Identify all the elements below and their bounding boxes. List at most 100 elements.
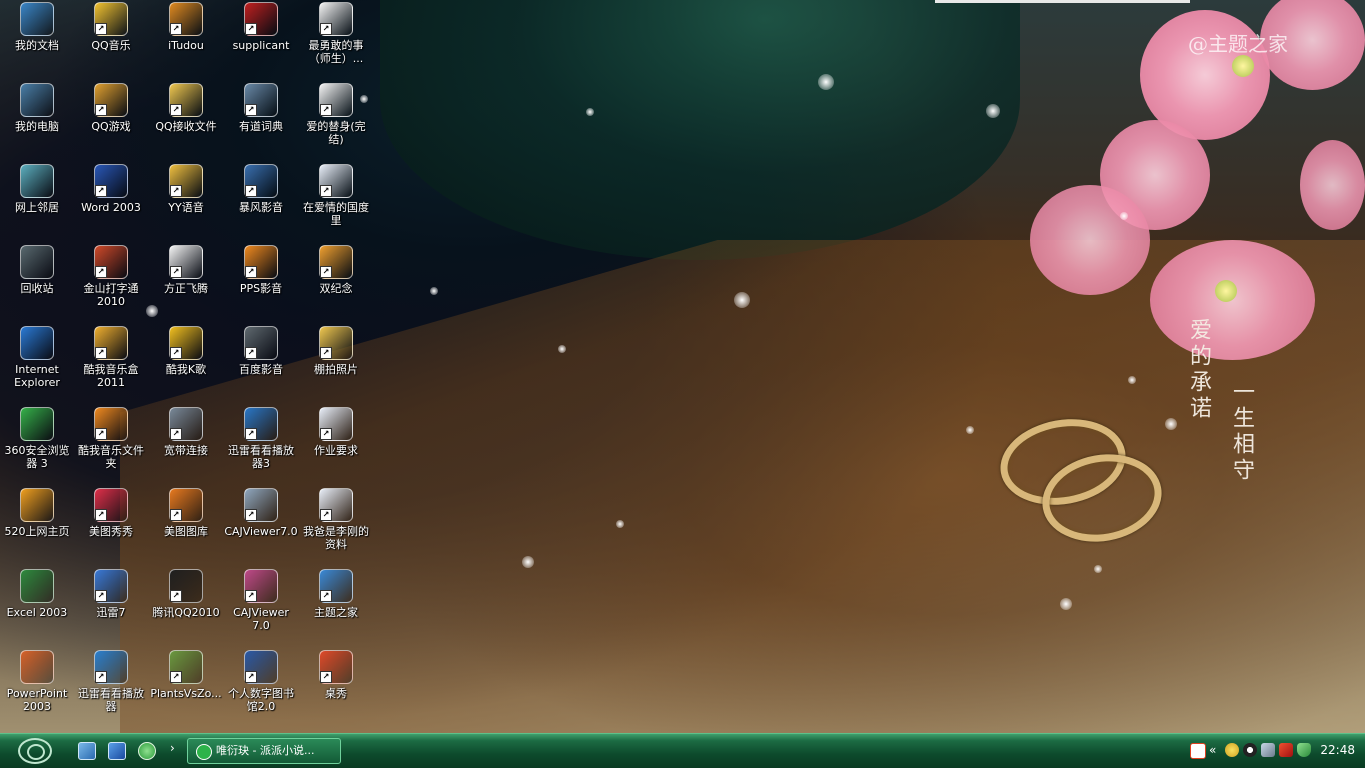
sogou-input-icon[interactable] (1190, 743, 1206, 759)
desktop-icon[interactable]: ↗ 腾讯QQ2010 (149, 569, 223, 619)
desktop-icon-label: 在爱情的国度里 (303, 201, 369, 227)
digital-library-icon: ↗ (244, 650, 278, 684)
desktop-icon-label: PowerPoint 2003 (6, 687, 68, 713)
desktop-icon[interactable]: ↗ 迅雷看看播放器3 (224, 407, 298, 470)
desktop-icon[interactable]: ↗ 在爱情的国度里 (299, 164, 373, 227)
360-browser-icon[interactable] (138, 742, 156, 760)
sparkle (586, 108, 594, 116)
media-player-icon[interactable] (108, 742, 126, 760)
thunder-player-icon: ↗ (94, 650, 128, 684)
wallpaper-jar (380, 0, 1020, 260)
zhuoxiu-icon: ↗ (319, 650, 353, 684)
desktop-icon[interactable]: ↗ 作业要求 (299, 407, 373, 457)
shortcut-arrow-icon: ↗ (245, 347, 257, 359)
internet-explorer-icon (20, 326, 54, 360)
desktop-icon[interactable]: ↗ 百度影音 (224, 326, 298, 376)
qq-music-tray-icon[interactable] (1225, 743, 1239, 757)
desktop-icon-label: 棚拍照片 (314, 363, 358, 376)
desktop-icon[interactable]: ↗ 迅雷看看播放器 (74, 650, 148, 713)
desktop-icon[interactable]: ↗ 桌秀 (299, 650, 373, 700)
shortcut-arrow-icon: ↗ (170, 185, 182, 197)
desktop-icon-label: 宽带连接 (164, 444, 208, 457)
desktop-icon[interactable]: ↗ 美图秀秀 (74, 488, 148, 538)
yy-voice-icon: ↗ (169, 164, 203, 198)
desktop-icon[interactable]: ↗ 个人数字图书馆2.0 (224, 650, 298, 713)
shortcut-arrow-icon: ↗ (95, 347, 107, 359)
desktop-icon-label: 520上网主页 (4, 525, 70, 538)
desktop-icon-label: QQ接收文件 (155, 120, 217, 133)
desktop-icon[interactable]: ↗ 棚拍照片 (299, 326, 373, 376)
desktop-icon[interactable]: ↗ CAJViewer7.0 (224, 488, 298, 538)
desktop-icon-label: QQ音乐 (91, 39, 131, 52)
system-tray: « 22:48 (1185, 734, 1365, 768)
desktop-icon[interactable]: ↗ 爱的替身(完结) (299, 83, 373, 146)
desktop-icon[interactable]: ↗ 酷我K歌 (149, 326, 223, 376)
desktop-icon[interactable]: ↗ 主题之家 (299, 569, 373, 619)
desktop-icon[interactable]: ↗ iTudou (149, 2, 223, 52)
sparkle (1128, 376, 1136, 384)
tray-arrow-icon[interactable]: « (1209, 743, 1223, 757)
desktop-icon[interactable]: 网上邻居 (0, 164, 74, 214)
desktop-icon[interactable]: ↗ 迅雷7 (74, 569, 148, 619)
desktop-icon[interactable]: ↗ 有道词典 (224, 83, 298, 133)
show-desktop-icon[interactable] (78, 742, 96, 760)
desktop-icon[interactable]: ↗ QQ音乐 (74, 2, 148, 52)
qq-icon: ↗ (169, 569, 203, 603)
desktop-icon[interactable]: Internet Explorer (0, 326, 74, 389)
shortcut-arrow-icon: ↗ (95, 104, 107, 116)
start-button[interactable] (18, 738, 52, 764)
desktop-icon[interactable]: ↗ QQ游戏 (74, 83, 148, 133)
desktop-icon[interactable]: ↗ 方正飞腾 (149, 245, 223, 295)
sparkle (1120, 212, 1128, 220)
kuwo-folder-icon: ↗ (94, 407, 128, 441)
qq-tray-icon[interactable] (1243, 743, 1257, 757)
taskbar: › 唯衍玦 - 派派小说... « 22:48 (0, 733, 1365, 768)
desktop-icon[interactable]: ↗ CAJViewer 7.0 (224, 569, 298, 632)
desktop-icon[interactable]: ↗ 宽带连接 (149, 407, 223, 457)
desktop-icon[interactable]: 我的电脑 (0, 83, 74, 133)
desktop-icon[interactable]: ↗ 暴风影音 (224, 164, 298, 214)
desktop-icon[interactable]: ↗ YY语音 (149, 164, 223, 214)
desktop-icon[interactable]: ↗ 我爸是李刚的资料 (299, 488, 373, 551)
desktop-icon[interactable]: 我的文档 (0, 2, 74, 52)
desktop-icon[interactable]: ↗ 酷我音乐文件夹 (74, 407, 148, 470)
sparkle (966, 426, 974, 434)
desktop-icon[interactable]: ↗ 金山打字通 2010 (74, 245, 148, 308)
desktop-icon[interactable]: ↗ supplicant (224, 2, 298, 52)
network-tray-icon[interactable] (1261, 743, 1275, 757)
sparkle (986, 104, 1000, 118)
shortcut-arrow-icon: ↗ (245, 590, 257, 602)
sparkle (1165, 418, 1177, 430)
desktop-icon[interactable]: 360安全浏览器 3 (0, 407, 74, 470)
desktop-icon[interactable]: ↗ Word 2003 (74, 164, 148, 214)
desktop-icon[interactable]: PowerPoint 2003 (0, 650, 74, 713)
security-shield-icon[interactable] (1297, 743, 1311, 757)
cajviewer-icon: ↗ (244, 569, 278, 603)
pps-player-icon: ↗ (244, 245, 278, 279)
shortcut-arrow-icon: ↗ (320, 671, 332, 683)
powerpoint-icon (20, 650, 54, 684)
desktop-icon[interactable]: ↗ PlantsVsZo... (149, 650, 223, 700)
desktop-icon-label: QQ游戏 (91, 120, 131, 133)
taskbar-window-button[interactable]: 唯衍玦 - 派派小说... (187, 738, 341, 764)
desktop-icon[interactable]: ↗ 酷我音乐盒 2011 (74, 326, 148, 389)
desktop-icon-label: 酷我K歌 (165, 363, 207, 376)
theme-watermark: @主题之家 (1188, 32, 1288, 56)
desktop-icon-label: 美图图库 (164, 525, 208, 538)
word-document-icon: ↗ (319, 488, 353, 522)
shortcut-arrow-icon: ↗ (245, 266, 257, 278)
desktop-icon[interactable]: Excel 2003 (0, 569, 74, 619)
quick-launch-chevron-icon[interactable]: › (170, 741, 175, 755)
desktop-icon[interactable]: ↗ 最勇敢的事（师生）... (299, 2, 373, 65)
desktop-icon-label: 酷我音乐文件夹 (78, 444, 144, 470)
desktop-icon[interactable]: 回收站 (0, 245, 74, 295)
antivirus-tray-icon[interactable] (1279, 743, 1293, 757)
desktop-icon[interactable]: ↗ 美图图库 (149, 488, 223, 538)
520-homepage-icon (20, 488, 54, 522)
desktop-icon[interactable]: ↗ QQ接收文件 (149, 83, 223, 133)
desktop-icon[interactable]: 520上网主页 (0, 488, 74, 538)
desktop-icon[interactable]: ↗ 双纪念 (299, 245, 373, 295)
desktop-icon-label: Internet Explorer (14, 363, 60, 389)
desktop-icon[interactable]: ↗ PPS影音 (224, 245, 298, 295)
360-browser-icon (20, 407, 54, 441)
